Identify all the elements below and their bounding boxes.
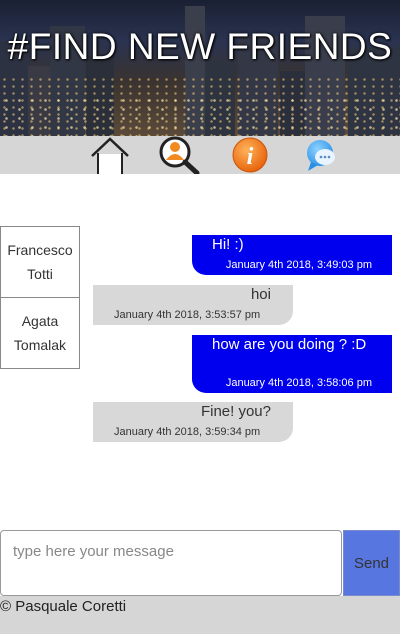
message-text: Fine! you? [200, 403, 271, 420]
message-timestamp: January 4th 2018, 3:58:06 pm [225, 377, 372, 389]
message-input[interactable] [0, 530, 342, 596]
friend-name: Francesco Totti [7, 242, 73, 282]
message-text: hoi [250, 286, 271, 303]
nav-home[interactable] [89, 136, 131, 174]
svg-text:i: i [247, 144, 254, 170]
page-title: #FIND NEW FRIENDS [7, 26, 393, 67]
search-people-icon [159, 136, 200, 174]
friend-name: Agata Tomalak [13, 313, 67, 353]
message-text: how are you doing ? :D [212, 336, 367, 353]
message-timestamp: January 4th 2018, 3:59:34 pm [114, 426, 261, 438]
message-timestamp: January 4th 2018, 3:49:03 pm [225, 259, 372, 271]
friend-item[interactable]: Francesco Totti [0, 226, 80, 298]
chat-icon [307, 140, 335, 171]
nav-search-people[interactable] [158, 136, 200, 174]
message-composer: Send [0, 530, 400, 596]
message-received: Fine! you? January 4th 2018, 3:59:34 pm [93, 402, 293, 442]
send-button[interactable]: Send [343, 530, 400, 596]
copyright-text: © Pasquale Coretti [0, 598, 127, 615]
message-text: Hi! :) [212, 236, 244, 253]
friend-item[interactable]: Agata Tomalak [0, 297, 80, 369]
info-icon: i [232, 137, 268, 173]
message-received: hoi January 4th 2018, 3:53:57 pm [93, 285, 293, 325]
friends-list: Francesco Totti Agata Tomalak [0, 226, 80, 369]
nav-info[interactable]: i [229, 136, 271, 174]
message-timestamp: January 4th 2018, 3:53:57 pm [114, 309, 261, 321]
footer: © Pasquale Coretti [0, 596, 400, 634]
message-sent: how are you doing ? :D January 4th 2018,… [192, 335, 392, 393]
home-icon [91, 137, 129, 174]
nav-bar: i [0, 136, 400, 174]
message-sent: Hi! :) January 4th 2018, 3:49:03 pm [192, 235, 392, 275]
header-banner: #FIND NEW FRIENDS [0, 0, 400, 136]
nav-chat[interactable] [300, 136, 342, 174]
